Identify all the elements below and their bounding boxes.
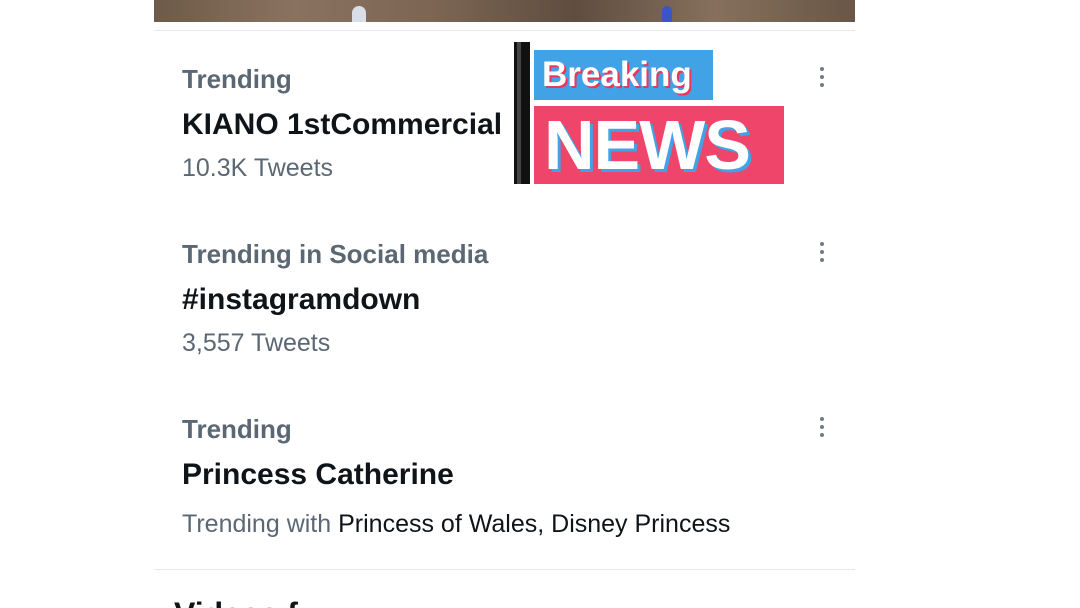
trend-title: Princess Catherine [182,458,454,491]
media-detail [662,6,672,22]
trend-context: Trending in Social media [182,239,489,269]
more-vertical-icon[interactable] [810,414,834,440]
trend-context: Trending [182,414,292,444]
trends-page: Trending KIANO 1stCommercial 10.3K Tweet… [0,0,1080,608]
divider [154,569,855,570]
media-thumbnail[interactable] [154,0,855,22]
trend-tweet-count: 10.3K Tweets [182,154,334,182]
breaking-news-sticker: Breaking NEWS [514,42,784,184]
divider [154,30,855,31]
media-detail [352,6,366,22]
trending-with-label: Trending with [182,510,332,538]
trend-related: Trending with Princess of Wales, Disney … [182,510,730,539]
trend-title: KIANO 1stCommercial [182,108,503,141]
trend-context: Trending [182,64,292,94]
sticker-bar [514,42,530,184]
trend-tweet-count: 3,557 Tweets [182,329,331,357]
section-heading: Videos f [174,596,298,608]
more-vertical-icon[interactable] [810,239,834,265]
more-vertical-icon[interactable] [810,64,834,90]
breaking-label: Breaking [534,50,713,100]
related-topics[interactable]: Princess of Wales, Disney Princess [338,510,730,538]
news-label: NEWS [534,106,784,184]
trend-title: #instagramdown [182,283,421,316]
